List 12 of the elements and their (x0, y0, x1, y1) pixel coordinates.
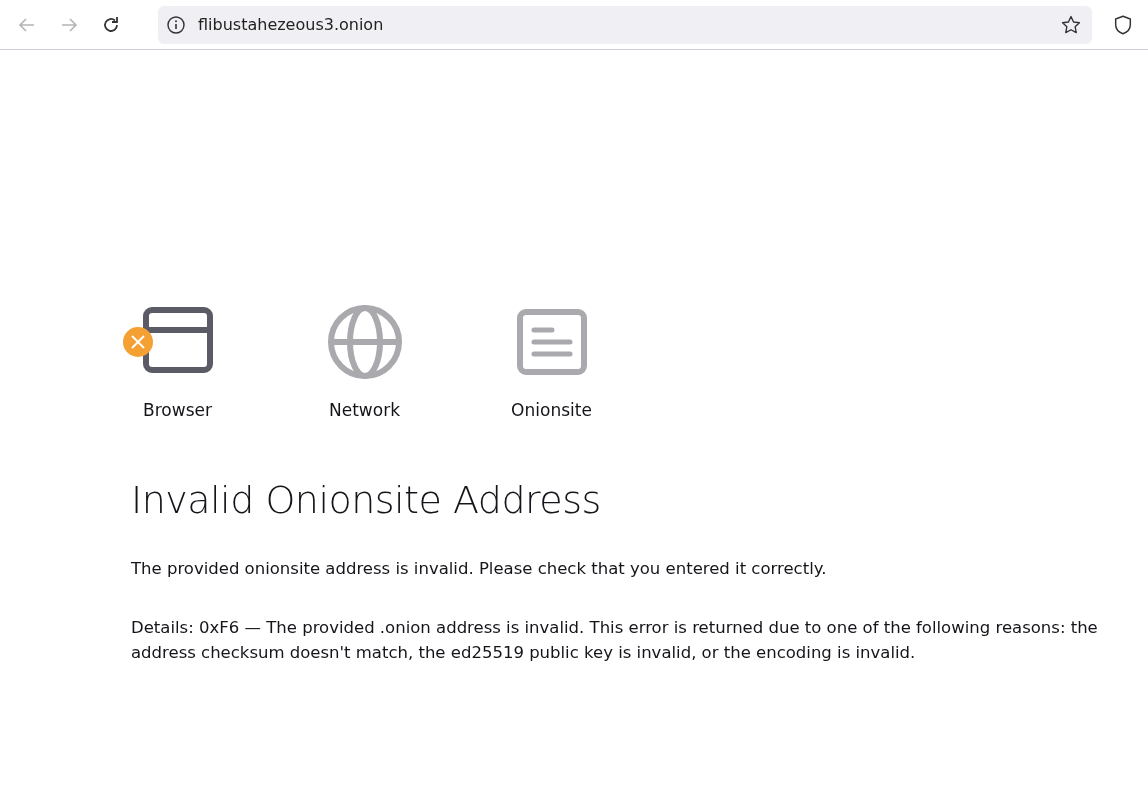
error-details: Details: 0xF6 — The provided .onion address is invalid. This error is returned due to one of the following reasons: the address checksum doesn't match, the ed25519 public key is invalid, or the encoding is invalid. (131, 617, 1099, 664)
info-icon[interactable] (166, 14, 186, 35)
step-label: Onionsite (511, 400, 592, 420)
url-text: flibustahezeous3.onion (198, 15, 384, 34)
shield-icon[interactable] (1112, 13, 1134, 36)
step-label: Network (329, 400, 400, 420)
error-title: Invalid Onionsite Address (131, 478, 602, 522)
step-label: Browser (143, 400, 212, 420)
address-bar[interactable]: flibustahezeous3.onion (158, 5, 1092, 44)
error-message: The provided onionsite address is invalid. Please check that you entered it correctly. (131, 558, 828, 580)
reload-icon[interactable] (101, 14, 121, 35)
bookmark-star-icon[interactable] (1060, 13, 1082, 36)
